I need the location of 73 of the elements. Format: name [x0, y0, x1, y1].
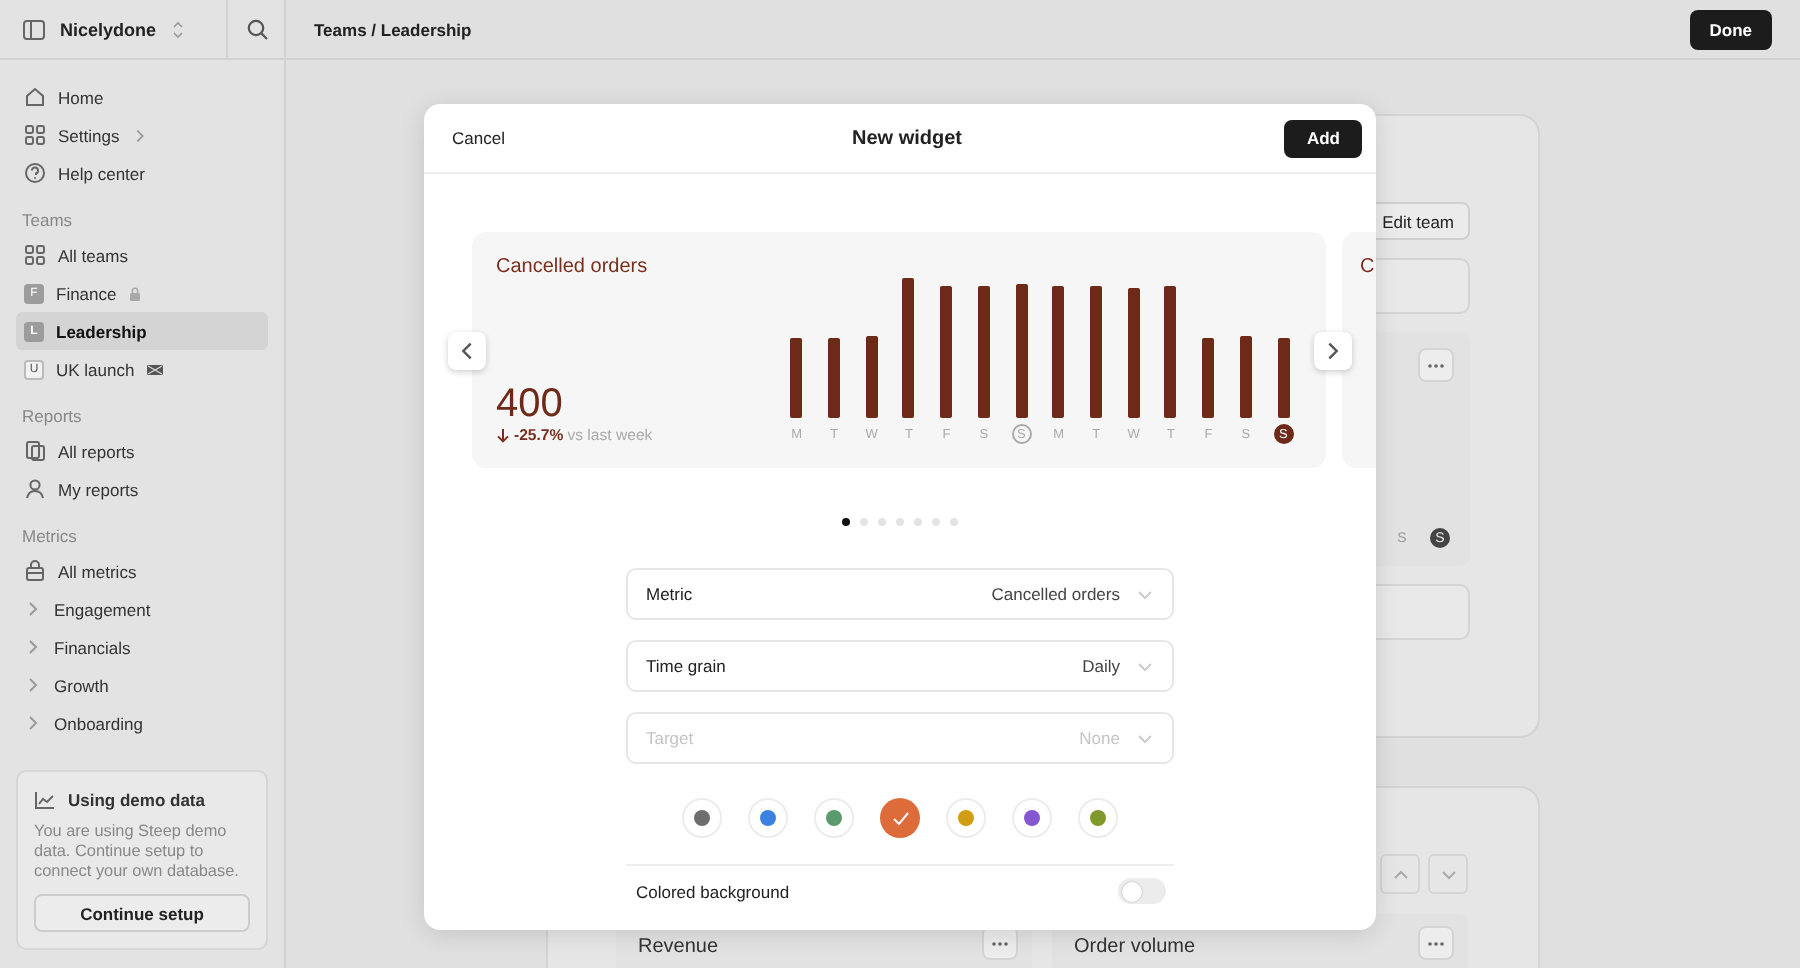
widget-title: Cancelled orders	[496, 256, 650, 278]
bag-icon	[24, 560, 46, 582]
chevron-down-icon	[1439, 865, 1457, 883]
color-swatch[interactable]	[682, 798, 722, 838]
sidebar-item[interactable]: All metrics	[16, 552, 268, 590]
more-icon	[1426, 361, 1446, 369]
breadcrumb: Teams / Leadership	[314, 19, 472, 39]
section-heading: Teams	[20, 208, 75, 234]
sidebar-item[interactable]: Financials	[16, 628, 268, 666]
modal-title: New widget	[851, 127, 962, 149]
sidebar-item[interactable]: Home	[16, 78, 268, 116]
demo-title: Using demo data	[68, 790, 205, 811]
more-button[interactable]	[1418, 348, 1454, 382]
more-icon	[1426, 939, 1446, 947]
chevron-down-icon	[1136, 585, 1154, 603]
widget-title: C	[1360, 256, 1376, 278]
check-icon	[891, 809, 909, 827]
sidebar-item[interactable]: My reports	[16, 470, 268, 508]
chart-icon	[34, 790, 56, 811]
widget-title: Order volume	[1074, 934, 1196, 962]
chevron-up-icon	[1391, 865, 1409, 883]
chevron-right-icon	[24, 714, 42, 732]
grid-icon	[24, 244, 46, 266]
workspace-name[interactable]: Nicelydone	[60, 19, 157, 39]
add-button[interactable]: Add	[1284, 119, 1362, 157]
person-icon	[24, 478, 46, 500]
toggle-switch[interactable]	[1118, 878, 1166, 904]
more-icon	[990, 939, 1010, 947]
previous-button[interactable]	[448, 332, 486, 370]
sidebar-item[interactable]: All reports	[16, 432, 268, 470]
chevron-right-icon	[1322, 340, 1344, 362]
sidebar-item[interactable]: All teams	[16, 236, 268, 274]
color-swatch[interactable]	[1078, 798, 1118, 838]
more-button[interactable]	[1418, 926, 1454, 960]
chevron-right-icon	[24, 676, 42, 694]
sidebar-item[interactable]: Engagement	[16, 590, 268, 628]
chevron-down-icon	[1136, 657, 1154, 675]
sort-icon	[170, 19, 187, 39]
cancel-button[interactable]: Cancel	[452, 128, 505, 148]
color-swatch[interactable]	[814, 798, 854, 838]
color-swatch[interactable]	[1012, 798, 1052, 838]
select-field[interactable]: Time grain Daily	[626, 640, 1174, 692]
sidebar-item[interactable]: Help center	[16, 154, 268, 192]
continue-setup-button[interactable]: Continue setup	[34, 894, 250, 932]
report-icon	[24, 440, 46, 462]
sidebar-item[interactable]: Settings	[16, 116, 268, 154]
demo-description: You are using Steep demo data. Continue setup to connect your own database.	[34, 822, 241, 882]
chevron-down-icon	[1136, 729, 1154, 747]
next-button[interactable]	[1314, 332, 1352, 370]
metric-value: 400	[496, 384, 565, 424]
help-icon	[24, 162, 46, 184]
sidebar-item[interactable]: Onboarding	[16, 704, 268, 742]
section-heading: Reports	[20, 404, 84, 430]
sidebar-item[interactable]: Growth	[16, 666, 268, 704]
arrow-down-icon	[496, 427, 510, 443]
chevron-right-icon	[24, 600, 42, 618]
chevron-left-icon	[456, 340, 478, 362]
section-heading: Metrics	[20, 524, 79, 550]
color-swatch[interactable]	[748, 798, 788, 838]
done-button[interactable]: Done	[1689, 9, 1772, 49]
widget-title: Revenue	[638, 934, 719, 962]
sidebar-icon	[22, 17, 46, 41]
chevron-right-icon	[24, 638, 42, 656]
color-swatch[interactable]	[946, 798, 986, 838]
color-swatch[interactable]	[880, 798, 920, 838]
scroll-down-button[interactable]	[1428, 854, 1468, 894]
select-field[interactable]: Metric Cancelled orders	[626, 568, 1174, 620]
grid-icon	[24, 124, 46, 146]
search-icon	[245, 18, 267, 40]
toggle-label: Colored background	[636, 881, 790, 901]
home-icon	[24, 86, 46, 108]
scroll-up-button[interactable]	[1380, 854, 1420, 894]
page-dot[interactable]	[842, 518, 850, 526]
